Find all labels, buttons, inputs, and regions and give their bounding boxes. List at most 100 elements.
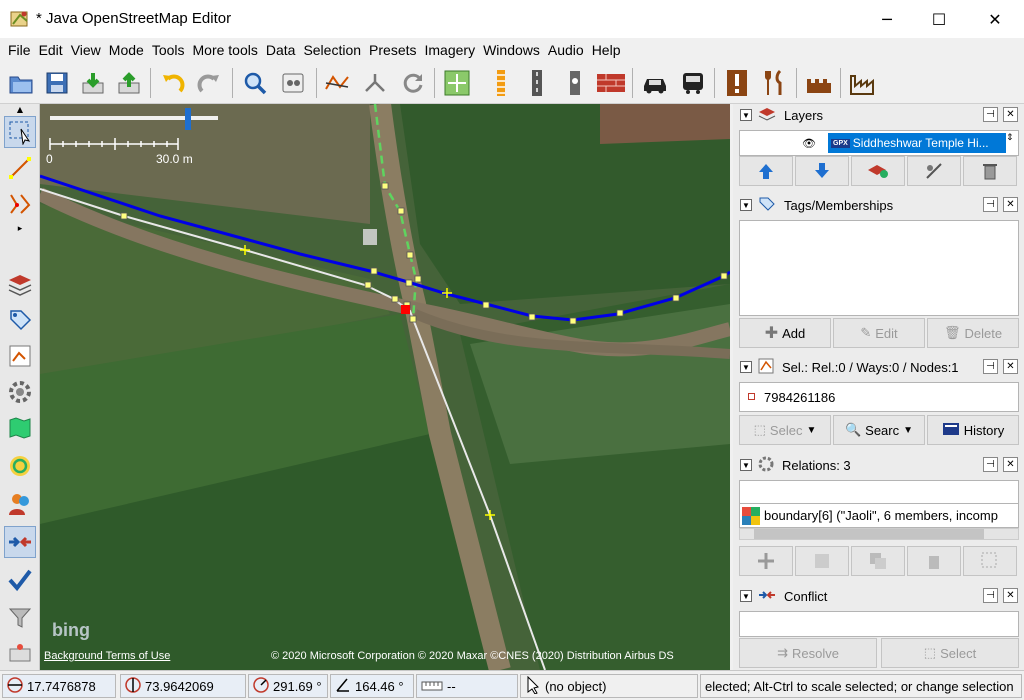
collapse-icon[interactable]: ▼ (740, 459, 752, 471)
close-panel-icon[interactable]: ✕ (1003, 588, 1018, 603)
selection-list[interactable]: 7984261186 (739, 382, 1019, 412)
scroll-more-icon[interactable]: ▸ (4, 222, 36, 236)
download-icon[interactable] (78, 68, 108, 98)
brick-wall-icon[interactable] (596, 68, 626, 98)
selection-item[interactable]: 7984261186 (764, 390, 835, 405)
activate-layer-button[interactable] (851, 156, 905, 186)
settings-icon[interactable] (4, 376, 36, 408)
menu-imagery[interactable]: Imagery (421, 42, 480, 58)
collapse-icon[interactable]: ▼ (740, 109, 752, 121)
close-panel-icon[interactable]: ✕ (1003, 197, 1018, 212)
collapse-icon[interactable]: ▼ (740, 590, 752, 602)
pin-icon[interactable]: ⊣ (983, 197, 998, 212)
info-panel-icon[interactable] (722, 68, 752, 98)
maximize-button[interactable]: ☐ (916, 0, 962, 38)
map-move-icon[interactable] (442, 68, 472, 98)
map-view[interactable]: 0 30.0 m bing Background Terms of Use © … (40, 104, 730, 670)
relations-list[interactable]: boundary[6] ("Jaoli", 6 members, incomp (739, 504, 1019, 528)
open-icon[interactable] (6, 68, 36, 98)
menu-data[interactable]: Data (262, 42, 300, 58)
conflict-toggle-icon[interactable] (4, 526, 36, 558)
minimize-button[interactable]: ─ (864, 0, 910, 38)
pin-icon[interactable]: ⊣ (983, 107, 998, 122)
close-panel-icon[interactable]: ✕ (1003, 457, 1018, 472)
road-icon[interactable] (522, 68, 552, 98)
lighthouse-icon[interactable] (560, 68, 590, 98)
collapse-icon[interactable]: ▼ (740, 199, 752, 211)
menu-mode[interactable]: Mode (105, 42, 148, 58)
move-down-button[interactable] (795, 156, 849, 186)
close-button[interactable]: ✕ (972, 0, 1018, 38)
menu-more-tools[interactable]: More tools (189, 42, 262, 58)
layer-list[interactable]: 👁 GPX Siddheshwar Temple Hi... ⇕ (739, 130, 1019, 156)
improve-way-icon[interactable] (4, 188, 36, 220)
refresh-icon[interactable] (398, 68, 428, 98)
draw-mode-icon[interactable] (4, 152, 36, 184)
add-tag-button[interactable]: ✚ Add (739, 318, 831, 348)
bus-icon[interactable] (678, 68, 708, 98)
notes-icon[interactable] (4, 640, 36, 666)
menu-help[interactable]: Help (588, 42, 625, 58)
horizontal-scrollbar[interactable] (739, 528, 1019, 540)
collapse-icon[interactable]: ▼ (740, 361, 752, 373)
upload-icon[interactable] (114, 68, 144, 98)
relation-item[interactable]: boundary[6] ("Jaoli", 6 members, incomp (764, 508, 998, 523)
select-mode-icon[interactable] (4, 116, 36, 148)
changeset-icon[interactable] (4, 450, 36, 482)
menu-windows[interactable]: Windows (479, 42, 544, 58)
filter-icon[interactable] (4, 602, 36, 634)
selected-node[interactable] (401, 305, 410, 314)
background-terms-link[interactable]: Background Terms of Use (44, 650, 170, 662)
user-list-icon[interactable] (4, 488, 36, 520)
validation-icon[interactable] (4, 564, 36, 596)
menu-tools[interactable]: Tools (148, 42, 189, 58)
delete-layer-button[interactable] (963, 156, 1017, 186)
pin-icon[interactable]: ⊣ (983, 457, 998, 472)
tags-header[interactable]: ▼ Tags/Memberships ⊣ ✕ (737, 194, 1021, 216)
eye-icon[interactable]: 👁 (802, 137, 816, 150)
selection-header[interactable]: ▼ Sel.: Rel.:0 / Ways:0 / Nodes:1 ⊣ ✕ (737, 356, 1021, 378)
map-canvas[interactable] (40, 104, 730, 670)
relations-filter[interactable] (739, 480, 1019, 504)
castle-icon[interactable] (804, 68, 834, 98)
barrier-icon[interactable] (486, 68, 516, 98)
pin-icon[interactable]: ⊣ (983, 359, 998, 374)
car-icon[interactable] (640, 68, 670, 98)
scroll-up-icon[interactable]: ▲ (4, 104, 36, 114)
menu-edit[interactable]: Edit (35, 42, 67, 58)
layer-scroll-icon[interactable]: ⇕ (1006, 133, 1014, 143)
tags-table[interactable] (739, 220, 1019, 316)
menu-presets[interactable]: Presets (365, 42, 420, 58)
layer-item-selected[interactable]: GPX Siddheshwar Temple Hi... (828, 133, 1006, 153)
close-panel-icon[interactable]: ✕ (1003, 359, 1018, 374)
conflict-header[interactable]: ▼ Conflict ⊣ ✕ (737, 585, 1021, 607)
redo-icon[interactable] (194, 68, 224, 98)
undo-icon[interactable] (158, 68, 188, 98)
relations-header[interactable]: ▼ Relations: 3 ⊣ ✕ (737, 454, 1021, 476)
layers-header[interactable]: ▼ Layers ⊣ ✕ (737, 104, 1021, 126)
move-up-button[interactable] (739, 156, 793, 186)
menu-audio[interactable]: Audio (544, 42, 588, 58)
menu-file[interactable]: File (4, 42, 35, 58)
dropdown-icon[interactable]: ▼ (806, 425, 816, 436)
merge-nodes-icon[interactable] (360, 68, 390, 98)
factory-icon[interactable] (848, 68, 878, 98)
conflict-list[interactable] (739, 611, 1019, 637)
pin-icon[interactable]: ⊣ (983, 588, 998, 603)
menu-selection[interactable]: Selection (299, 42, 365, 58)
new-relation-button[interactable] (739, 546, 793, 576)
layers-toggle-icon[interactable] (4, 268, 36, 300)
zoom-icon[interactable] (240, 68, 270, 98)
map-paint-icon[interactable] (4, 412, 36, 444)
simplify-way-icon[interactable] (322, 68, 352, 98)
tags-toggle-icon[interactable] (4, 304, 36, 336)
preferences-icon[interactable] (278, 68, 308, 98)
visibility-button[interactable] (907, 156, 961, 186)
dropdown-icon[interactable]: ▼ (903, 425, 913, 436)
menu-view[interactable]: View (67, 42, 105, 58)
search-button[interactable]: 🔍 Searc ▼ (833, 415, 925, 445)
save-icon[interactable] (42, 68, 72, 98)
close-panel-icon[interactable]: ✕ (1003, 107, 1018, 122)
selection-list-icon[interactable] (4, 340, 36, 372)
history-button[interactable]: History (927, 415, 1019, 445)
